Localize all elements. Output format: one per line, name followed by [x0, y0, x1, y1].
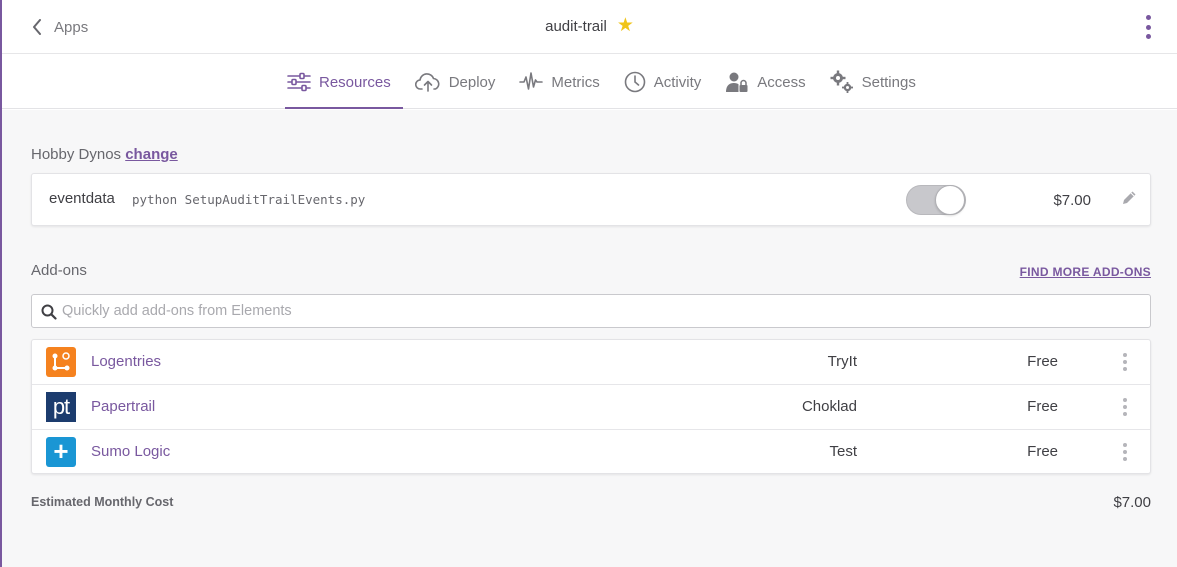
kebab-dot — [1123, 443, 1127, 447]
addon-name[interactable]: Papertrail — [91, 398, 155, 415]
kebab-dot — [1123, 450, 1127, 454]
dyno-command: python SetupAuditTrailEvents.py — [132, 192, 366, 207]
top-bar: Apps audit-trail ★ — [2, 0, 1177, 54]
papertrail-logo-icon: pt — [46, 392, 76, 422]
dyno-toggle[interactable] — [906, 185, 966, 215]
addon-plan: Free — [1027, 398, 1058, 415]
kebab-dot — [1145, 34, 1151, 39]
kebab-dot — [1123, 398, 1127, 402]
logentries-logo-icon — [46, 347, 76, 377]
addon-search-input[interactable] — [62, 295, 1142, 327]
cloud-upload-icon — [414, 73, 440, 92]
addon-menu-button[interactable] — [1122, 398, 1128, 416]
addon-menu-button[interactable] — [1122, 443, 1128, 461]
addon-row[interactable]: + Sumo Logic Test Free — [32, 430, 1150, 475]
addon-attachment: Test — [829, 443, 857, 460]
kebab-dot — [1123, 360, 1127, 364]
addon-row[interactable]: Logentries TryIt Free — [32, 340, 1150, 385]
kebab-dot — [1123, 405, 1127, 409]
tab-deploy[interactable]: Deploy — [414, 55, 508, 109]
estimated-cost-label: Estimated Monthly Cost — [31, 495, 174, 509]
addons-list: Logentries TryIt Free pt Papertrail Chok… — [31, 339, 1151, 474]
addon-search-box — [31, 294, 1151, 328]
pulse-icon — [519, 72, 544, 90]
app-title: audit-trail ★ — [2, 15, 1177, 37]
kebab-dot — [1123, 353, 1127, 357]
dynos-section-label: Hobby Dynos — [31, 146, 122, 163]
sumo-logic-logo-icon: + — [46, 437, 76, 467]
tab-label: Resources — [319, 73, 391, 91]
dyno-row: eventdata python SetupAuditTrailEvents.p… — [31, 173, 1151, 226]
search-icon — [41, 304, 57, 320]
tab-label: Metrics — [551, 73, 600, 91]
addons-section-label: Add-ons — [31, 262, 87, 279]
addon-row[interactable]: pt Papertrail Choklad Free — [32, 385, 1150, 430]
estimated-cost-value: $7.00 — [1113, 494, 1151, 511]
addon-plan: Free — [1027, 443, 1058, 460]
dyno-price: $7.00 — [1053, 192, 1091, 209]
tab-bar: Resources Deploy Metrics Activity Access… — [2, 55, 1177, 109]
tab-resources[interactable]: Resources — [285, 55, 403, 109]
tab-label: Access — [757, 73, 806, 91]
dynos-section-heading: Hobby Dynos change — [31, 146, 178, 163]
sliders-icon — [287, 72, 311, 92]
pencil-icon[interactable] — [1121, 190, 1137, 206]
addon-plan: Free — [1027, 353, 1058, 370]
kebab-dot — [1123, 457, 1127, 461]
addon-name[interactable]: Logentries — [91, 353, 161, 370]
gears-icon — [830, 70, 853, 93]
user-lock-icon — [726, 72, 748, 92]
tab-access[interactable]: Access — [725, 55, 817, 109]
app-menu-button[interactable] — [1143, 15, 1153, 39]
kebab-dot — [1123, 367, 1127, 371]
kebab-dot — [1123, 412, 1127, 416]
addon-name[interactable]: Sumo Logic — [91, 443, 170, 460]
tab-settings[interactable]: Settings — [830, 55, 928, 109]
tab-activity[interactable]: Activity — [624, 55, 714, 109]
addon-menu-button[interactable] — [1122, 353, 1128, 371]
resources-panel: Hobby Dynos change eventdata python Setu… — [2, 110, 1177, 567]
change-dyno-type-link[interactable]: change — [125, 146, 178, 163]
toggle-knob — [935, 185, 965, 215]
clock-icon — [624, 71, 646, 93]
favorite-star-icon[interactable]: ★ — [617, 16, 634, 35]
tab-metrics[interactable]: Metrics — [519, 55, 611, 109]
kebab-dot — [1145, 15, 1151, 20]
kebab-dot — [1145, 24, 1151, 30]
tab-label: Deploy — [448, 73, 496, 91]
find-more-addons-link[interactable]: FIND MORE ADD-ONS — [1020, 265, 1151, 279]
addon-attachment: TryIt — [827, 353, 857, 370]
dyno-name: eventdata — [49, 190, 115, 207]
addon-attachment: Choklad — [801, 398, 857, 415]
app-name: audit-trail — [545, 17, 607, 35]
tab-label: Settings — [861, 73, 916, 91]
tab-label: Activity — [653, 73, 702, 91]
